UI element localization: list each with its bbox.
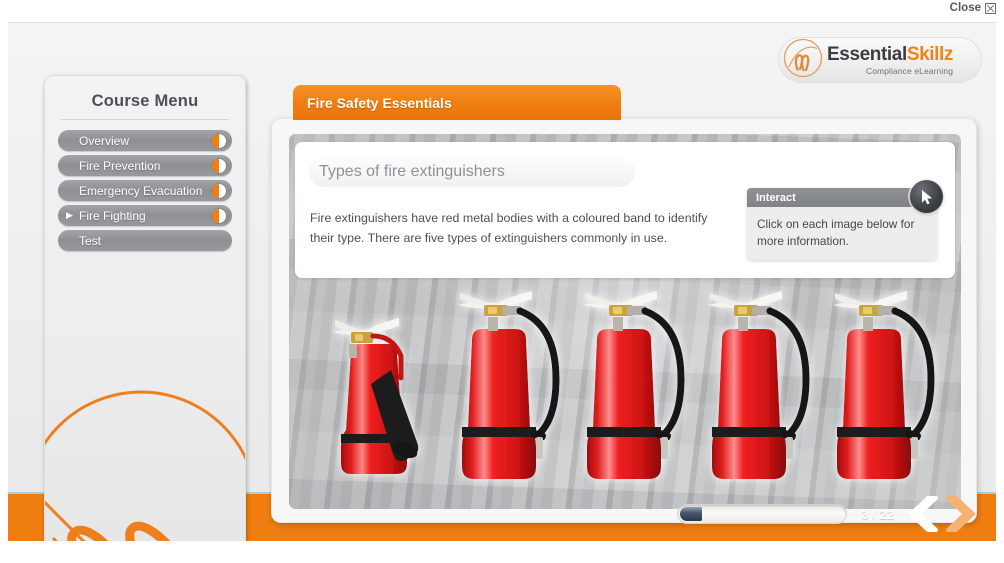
interact-title: Interact (756, 191, 796, 204)
swirl-circle-logo-icon (781, 36, 825, 85)
close-button[interactable]: Close (949, 2, 996, 15)
brand-wordmark: EssentialSkillz Compliance eLearning (827, 45, 953, 76)
brand-tagline: Compliance eLearning (865, 65, 954, 76)
sidebar-item-label: Emergency Evacuation (79, 183, 203, 198)
slide-heading: Types of fire extinguishers (319, 162, 505, 180)
slide-content-area: Types of fire extinguishers Fire extingu… (289, 134, 961, 509)
sidebar-item-label: Fire Fighting (79, 208, 146, 223)
fire-extinguisher-4[interactable] (702, 269, 842, 509)
page-title: Fire Safety Essentials (307, 94, 452, 111)
sidebar-item-test[interactable]: ▶ Test (58, 230, 232, 251)
brand-logo: EssentialSkillz Compliance eLearning (778, 37, 982, 83)
next-slide-button[interactable] (946, 495, 982, 533)
swirl-circle-watermark-icon (45, 384, 245, 541)
slide-navigation: 3 / 22 (677, 495, 982, 533)
sidebar-item-fire-fighting[interactable]: ▶ Fire Fighting (58, 205, 232, 226)
interact-instruction: Click on each image below for more infor… (757, 217, 915, 248)
slide-text-panel: Types of fire extinguishers Fire extingu… (295, 142, 955, 278)
course-progress-bar[interactable] (677, 504, 848, 524)
course-menu-panel: Course Menu ▶ Overview ▶ Fire Prevention… (44, 75, 246, 541)
interact-callout: Interact Click on each image below for m… (747, 180, 943, 260)
half-filled-circle-icon (212, 133, 226, 148)
sidebar-item-label: Overview (79, 133, 130, 148)
course-menu-list: ▶ Overview ▶ Fire Prevention ▶ Emergency… (45, 130, 245, 251)
fire-extinguisher-5[interactable] (827, 269, 961, 509)
fire-extinguisher-2[interactable] (452, 269, 592, 509)
close-label: Close (949, 2, 981, 14)
fire-extinguisher-images (289, 259, 961, 509)
course-menu-title: Course Menu (91, 92, 199, 110)
half-filled-circle-icon (212, 183, 226, 198)
brand-name-skillz: Skillz (906, 43, 954, 65)
mouse-cursor-icon (910, 180, 943, 213)
interact-header: Interact (747, 188, 937, 207)
half-filled-circle-icon (212, 158, 226, 173)
sidebar-item-label: Fire Prevention (79, 158, 161, 173)
slide-body-text: Fire extinguishers have red metal bodies… (310, 211, 708, 245)
fire-extinguisher-1[interactable] (329, 274, 459, 509)
close-box-icon (985, 3, 996, 15)
slide-title-tab: Fire Safety Essentials (293, 85, 621, 120)
brand-name: EssentialSkillz (827, 44, 953, 65)
fire-extinguisher-3[interactable] (577, 269, 717, 509)
course-stage: EssentialSkillz Compliance eLearning Cou… (8, 22, 996, 541)
window-top-bar: Close (0, 0, 1004, 22)
menu-divider (61, 119, 229, 120)
previous-slide-button[interactable] (902, 495, 938, 533)
slide-heading-pill: Types of fire extinguishers (309, 156, 635, 187)
current-marker-icon: ▶ (66, 210, 73, 220)
sidebar-item-label: Test (79, 233, 102, 248)
course-progress-fill (680, 507, 702, 521)
sidebar-item-emergency-evacuation[interactable]: ▶ Emergency Evacuation (58, 180, 232, 201)
page-indicator: 3 / 22 (861, 506, 894, 522)
sidebar-item-overview[interactable]: ▶ Overview (58, 130, 232, 151)
brand-name-essential: Essential (827, 43, 907, 65)
slide-card: Types of fire extinguishers Fire extingu… (271, 118, 977, 523)
sidebar-item-fire-prevention[interactable]: ▶ Fire Prevention (58, 155, 232, 176)
half-filled-circle-icon (212, 208, 226, 223)
